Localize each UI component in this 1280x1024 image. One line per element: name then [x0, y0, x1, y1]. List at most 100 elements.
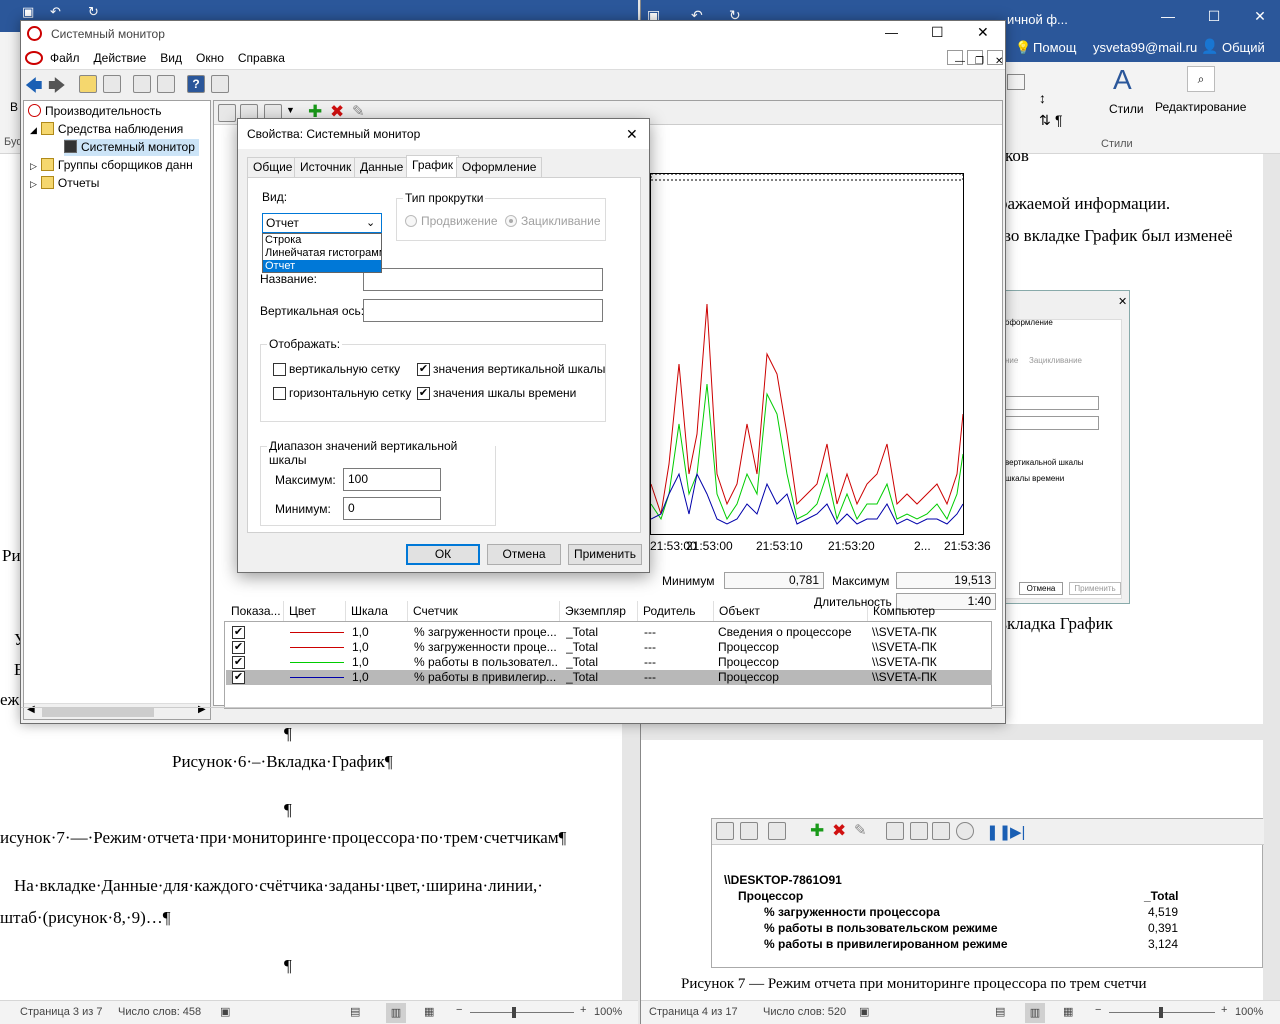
view-option-line[interactable]: Строка — [263, 234, 381, 247]
tab-graph[interactable]: График — [406, 155, 459, 178]
show-tree-icon[interactable] — [103, 75, 121, 93]
column-header-computer[interactable]: Компьютер — [868, 601, 992, 621]
maximize-button[interactable]: ☐ — [1191, 0, 1237, 32]
checkbox-vertical-grid[interactable] — [273, 363, 286, 376]
chevron-down-icon[interactable]: ⌄ — [366, 214, 375, 232]
column-header-parent[interactable]: Родитель — [638, 601, 714, 621]
undo-icon[interactable]: ↶ — [50, 4, 61, 20]
share-button[interactable]: Общий — [1222, 40, 1265, 55]
mmc-icon[interactable] — [25, 51, 43, 65]
print-layout-icon[interactable]: ▥ — [386, 1003, 406, 1023]
forward-arrow-icon[interactable]: 🡆 — [48, 73, 66, 102]
table-row-selected[interactable]: ✔ 1,0 % работы в привилегир... _Total --… — [226, 670, 992, 685]
row-show-checkbox[interactable]: ✔ — [232, 671, 245, 684]
zoom-thumb[interactable] — [512, 1007, 516, 1018]
close-button[interactable]: ✕ — [1237, 0, 1280, 32]
collapse-icon[interactable]: ▷ — [30, 161, 37, 171]
menu-help[interactable]: Справка — [231, 47, 292, 69]
checkbox-vertical-scale[interactable]: ✔ — [417, 363, 430, 376]
zoom-out-icon[interactable]: − — [1095, 1004, 1101, 1016]
zoom-level[interactable]: 100% — [594, 1006, 622, 1018]
row-show-checkbox[interactable]: ✔ — [232, 656, 245, 669]
save-icon[interactable]: ▣ — [22, 4, 34, 20]
pilcrow-icon[interactable]: ¶ — [1055, 112, 1063, 128]
tab-source[interactable]: Источник — [294, 157, 358, 177]
menu-window[interactable]: Окно — [189, 47, 231, 69]
table-row[interactable]: ✔ 1,0 % загруженности проце... _Total --… — [226, 640, 992, 655]
table-row[interactable]: ✔ 1,0 % загруженности проце... _Total --… — [226, 625, 992, 640]
mdi-restore-button[interactable]: ❐ — [967, 50, 984, 67]
zoom-thumb[interactable] — [1159, 1007, 1163, 1018]
redo-icon[interactable]: ↻ — [88, 4, 99, 20]
web-layout-icon[interactable]: ▦ — [1063, 1005, 1073, 1018]
shading-icon[interactable] — [1007, 74, 1025, 90]
help-icon[interactable]: ? — [187, 75, 205, 93]
radio-scroll[interactable] — [405, 215, 417, 227]
export-list-icon[interactable] — [133, 75, 151, 93]
view-option-histogram[interactable]: Линейчатая гистограмма — [263, 247, 381, 260]
tab-data[interactable]: Данные — [354, 157, 410, 177]
minimize-button[interactable]: — — [1145, 0, 1191, 32]
cancel-button[interactable]: Отмена — [487, 544, 561, 565]
tell-me-label[interactable]: Помощ — [1033, 40, 1076, 55]
column-header-show[interactable]: Показа... — [226, 601, 284, 621]
chevron-down-icon[interactable]: ▼ — [286, 105, 295, 115]
column-header-scale[interactable]: Шкала — [346, 601, 408, 621]
help-lightbulb-icon[interactable]: 💡 — [1015, 40, 1031, 56]
view-option-report[interactable]: Отчет — [263, 260, 381, 272]
account-email[interactable]: ysveta99@mail.ru — [1093, 40, 1197, 55]
apply-button[interactable]: Применить — [568, 544, 642, 565]
column-header-counter[interactable]: Счетчик — [408, 601, 560, 621]
sort-icon[interactable]: ⇅ — [1039, 112, 1051, 129]
close-button[interactable]: ✕ — [977, 24, 989, 41]
search-icon[interactable]: ⌕ — [1187, 66, 1215, 92]
row-show-checkbox[interactable]: ✔ — [232, 641, 245, 654]
min-input[interactable]: 0 — [343, 497, 441, 520]
tree-collector-sets[interactable]: ▷ Группы сборщиков данн — [30, 157, 193, 174]
editing-button[interactable]: Редактирование — [1155, 100, 1246, 114]
zoom-out-icon[interactable]: − — [456, 1004, 462, 1016]
line-spacing-icon[interactable]: ↕ — [1039, 90, 1046, 106]
view-select[interactable]: Отчет ⌄ — [262, 213, 382, 233]
tab-appearance[interactable]: Оформление — [456, 157, 543, 177]
row-show-checkbox[interactable]: ✔ — [232, 626, 245, 639]
tree-performance[interactable]: Производительность — [28, 103, 161, 120]
menu-view[interactable]: Вид — [153, 47, 189, 69]
zoom-in-icon[interactable]: + — [1221, 1004, 1227, 1016]
print-icon[interactable] — [157, 75, 175, 93]
zoom-slider[interactable] — [470, 1012, 574, 1013]
minimize-button[interactable]: — — [885, 25, 898, 40]
read-mode-icon[interactable]: ▤ — [350, 1005, 360, 1018]
zoom-level[interactable]: 100% — [1235, 1006, 1263, 1018]
proofing-icon[interactable]: ▣ — [220, 1005, 230, 1018]
view-graph-icon[interactable] — [218, 104, 236, 122]
dialog-close-button[interactable]: ✕ — [626, 119, 638, 149]
expand-icon[interactable]: ◢ — [30, 125, 37, 135]
name-input[interactable] — [363, 268, 603, 291]
up-folder-icon[interactable] — [79, 75, 97, 93]
tree-monitoring-tools[interactable]: ◢ Средства наблюдения — [30, 121, 183, 138]
web-layout-icon[interactable]: ▦ — [424, 1005, 434, 1018]
tree-system-monitor[interactable]: Системный монитор — [64, 139, 199, 156]
column-header-color[interactable]: Цвет — [284, 601, 346, 621]
menu-action[interactable]: Действие — [87, 47, 154, 69]
proofing-icon[interactable]: ▣ — [859, 1005, 869, 1018]
column-header-instance[interactable]: Экземпляр — [560, 601, 638, 621]
checkbox-time-scale[interactable]: ✔ — [417, 387, 430, 400]
column-header-object[interactable]: Объект — [714, 601, 868, 621]
tab-general[interactable]: Общие — [247, 157, 299, 177]
share-person-icon[interactable]: 👤 — [1201, 38, 1218, 55]
tree-reports[interactable]: ▷ Отчеты — [30, 175, 99, 192]
print-layout-icon[interactable]: ▥ — [1025, 1003, 1045, 1023]
back-arrow-icon[interactable]: 🡄 — [25, 73, 43, 102]
vertical-axis-input[interactable] — [363, 299, 603, 322]
checkbox-horizontal-grid[interactable] — [273, 387, 286, 400]
max-input[interactable]: 100 — [343, 468, 441, 491]
maximize-button[interactable]: ☐ — [931, 24, 944, 41]
table-row[interactable]: ✔ 1,0 % работы в пользовател... _Total -… — [226, 655, 992, 670]
styles-button[interactable]: Стили — [1109, 102, 1144, 116]
zoom-in-icon[interactable]: + — [580, 1004, 586, 1016]
collapse-icon[interactable]: ▷ — [30, 179, 37, 189]
radio-wrap[interactable] — [505, 215, 517, 227]
mdi-minimize-button[interactable]: — — [947, 50, 965, 67]
